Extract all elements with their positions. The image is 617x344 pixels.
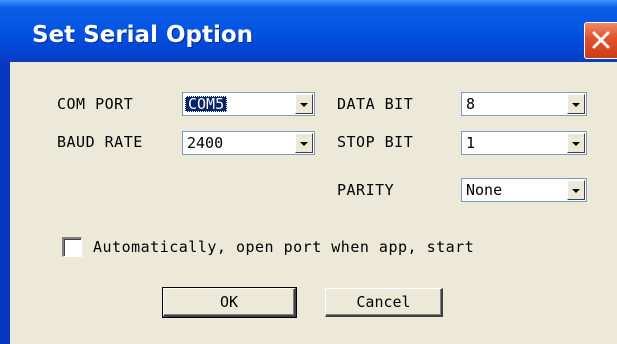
data-bit-dropdown-arrow-icon[interactable] <box>567 94 585 114</box>
title-bar[interactable]: Set Serial Option <box>0 0 617 62</box>
serial-option-dialog: Set Serial Option COM PORT COM5 BAUD RAT… <box>0 0 617 344</box>
auto-open-checkbox[interactable] <box>62 237 82 257</box>
data-bit-label: DATA BIT <box>337 95 414 113</box>
cancel-button[interactable]: Cancel <box>325 288 443 317</box>
close-button[interactable] <box>584 22 617 59</box>
ok-button[interactable]: OK <box>162 287 297 318</box>
baud-rate-dropdown-arrow-icon[interactable] <box>295 133 313 153</box>
parity-label: PARITY <box>337 181 395 199</box>
stop-bit-dropdown-arrow-icon[interactable] <box>567 133 585 153</box>
stop-bit-value: 1 <box>466 134 476 152</box>
parity-value: None <box>466 181 503 199</box>
parity-dropdown-arrow-icon[interactable] <box>567 180 585 200</box>
data-bit-value: 8 <box>466 95 476 113</box>
com-port-value: COM5 <box>185 96 228 112</box>
auto-open-label[interactable]: Automatically, open port when app, start <box>93 239 474 256</box>
close-icon <box>592 31 610 49</box>
com-port-dropdown-arrow-icon[interactable] <box>295 94 313 114</box>
com-port-label: COM PORT <box>57 95 134 113</box>
baud-rate-select[interactable]: 2400 <box>182 131 315 155</box>
stop-bit-select[interactable]: 1 <box>461 131 587 155</box>
window-left-border <box>0 62 10 344</box>
stop-bit-label: STOP BIT <box>337 133 414 151</box>
data-bit-select[interactable]: 8 <box>461 92 587 116</box>
com-port-select[interactable]: COM5 <box>182 92 315 116</box>
baud-rate-label: BAUD RATE <box>57 133 143 151</box>
parity-select[interactable]: None <box>461 178 587 202</box>
baud-rate-value: 2400 <box>187 134 224 152</box>
dialog-title: Set Serial Option <box>32 22 254 48</box>
